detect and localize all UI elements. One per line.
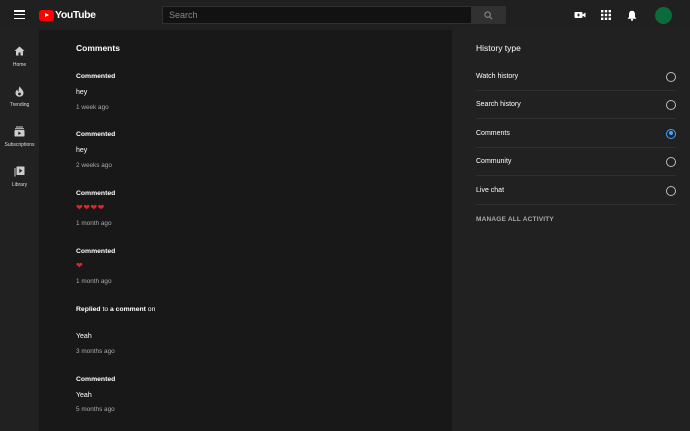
history-option-label: Comments <box>476 130 510 137</box>
apps-icon[interactable] <box>600 9 612 21</box>
sidebar-item-label: Subscriptions <box>4 142 35 148</box>
comment-hearts: ❤ <box>76 262 83 270</box>
comment-text: Yeah <box>76 392 92 399</box>
history-option-community[interactable]: Community <box>476 148 676 176</box>
heart-icon: ❤ <box>76 203 83 212</box>
comment-text: hey <box>76 147 88 154</box>
page-title: Comments <box>76 43 120 53</box>
menu-icon[interactable] <box>14 10 25 19</box>
trending-icon <box>14 85 26 97</box>
comment-action: Commented <box>76 248 116 255</box>
heart-icon: ❤ <box>90 203 98 212</box>
sidebar: Home Trending Subscriptions Library <box>0 30 39 431</box>
create-video-icon[interactable] <box>574 9 586 21</box>
heart-icon: ❤ <box>97 203 105 212</box>
heart-icon: ❤ <box>76 261 83 270</box>
comment-text: Yeah <box>76 333 92 340</box>
comment-action: Commented <box>76 131 116 138</box>
comment-time: 1 week ago <box>76 104 109 111</box>
comment-time: 1 month ago <box>76 220 112 227</box>
search-icon <box>484 10 493 19</box>
heart-icon: ❤ <box>83 203 90 212</box>
reply-action-text: on <box>145 306 156 313</box>
history-type-panel: History type Watch history Search histor… <box>452 30 690 431</box>
comments-feed: Comments Commented hey 1 week ago Commen… <box>39 30 452 431</box>
reply-comment-link[interactable]: a comment <box>110 306 146 313</box>
sidebar-item-trending[interactable]: Trending <box>0 80 39 116</box>
home-icon <box>14 45 26 57</box>
comment-action: Commented <box>76 376 116 383</box>
history-option-label: Live chat <box>476 187 505 194</box>
search-box <box>162 6 506 24</box>
panel-title: History type <box>476 43 521 53</box>
radio-button[interactable] <box>666 156 676 167</box>
comment-action: Commented <box>76 190 116 197</box>
history-option-watch[interactable]: Watch history <box>476 63 676 91</box>
history-option-search[interactable]: Search history <box>476 91 676 119</box>
comment-time: 5 months ago <box>76 406 115 413</box>
library-icon <box>14 165 26 177</box>
history-option-comments[interactable]: Comments <box>476 120 676 148</box>
logo-text: YouTube <box>55 9 96 21</box>
search-button[interactable] <box>472 6 506 24</box>
avatar[interactable] <box>655 7 672 24</box>
comment-time: 1 month ago <box>76 278 112 285</box>
history-option-label: Watch history <box>476 73 519 80</box>
comment-time: 3 months ago <box>76 348 115 355</box>
sidebar-item-subscriptions[interactable]: Subscriptions <box>0 120 39 156</box>
youtube-logo[interactable]: YouTube <box>39 9 96 21</box>
sidebar-item-label: Library <box>11 182 28 188</box>
notifications-icon[interactable] <box>626 9 638 21</box>
comment-time: 2 weeks ago <box>76 162 112 169</box>
comment-hearts: ❤ ❤ ❤ ❤ <box>76 204 104 212</box>
history-option-label: Community <box>476 158 512 165</box>
sidebar-item-home[interactable]: Home <box>0 40 39 76</box>
comment-text: hey <box>76 89 88 96</box>
reply-action: Replied to a comment on <box>76 306 155 313</box>
radio-button[interactable] <box>666 185 676 196</box>
comment-action: Commented <box>76 73 116 80</box>
history-option-live-chat[interactable]: Live chat <box>476 177 676 205</box>
subscriptions-icon <box>14 125 26 137</box>
radio-button[interactable] <box>666 99 676 110</box>
reply-action-verb: Replied <box>76 306 101 313</box>
sidebar-item-library[interactable]: Library <box>0 160 39 196</box>
search-input[interactable] <box>162 6 472 24</box>
sidebar-item-label: Trending <box>9 102 30 108</box>
radio-button[interactable] <box>666 71 676 82</box>
history-option-label: Search history <box>476 101 521 108</box>
youtube-logo-icon <box>39 9 54 21</box>
manage-all-activity-link[interactable]: MANAGE ALL ACTIVITY <box>476 216 554 223</box>
sidebar-item-label: Home <box>12 62 27 68</box>
radio-button-selected[interactable] <box>666 128 676 139</box>
reply-action-text: to <box>100 306 111 313</box>
masthead: YouTube <box>0 0 690 30</box>
